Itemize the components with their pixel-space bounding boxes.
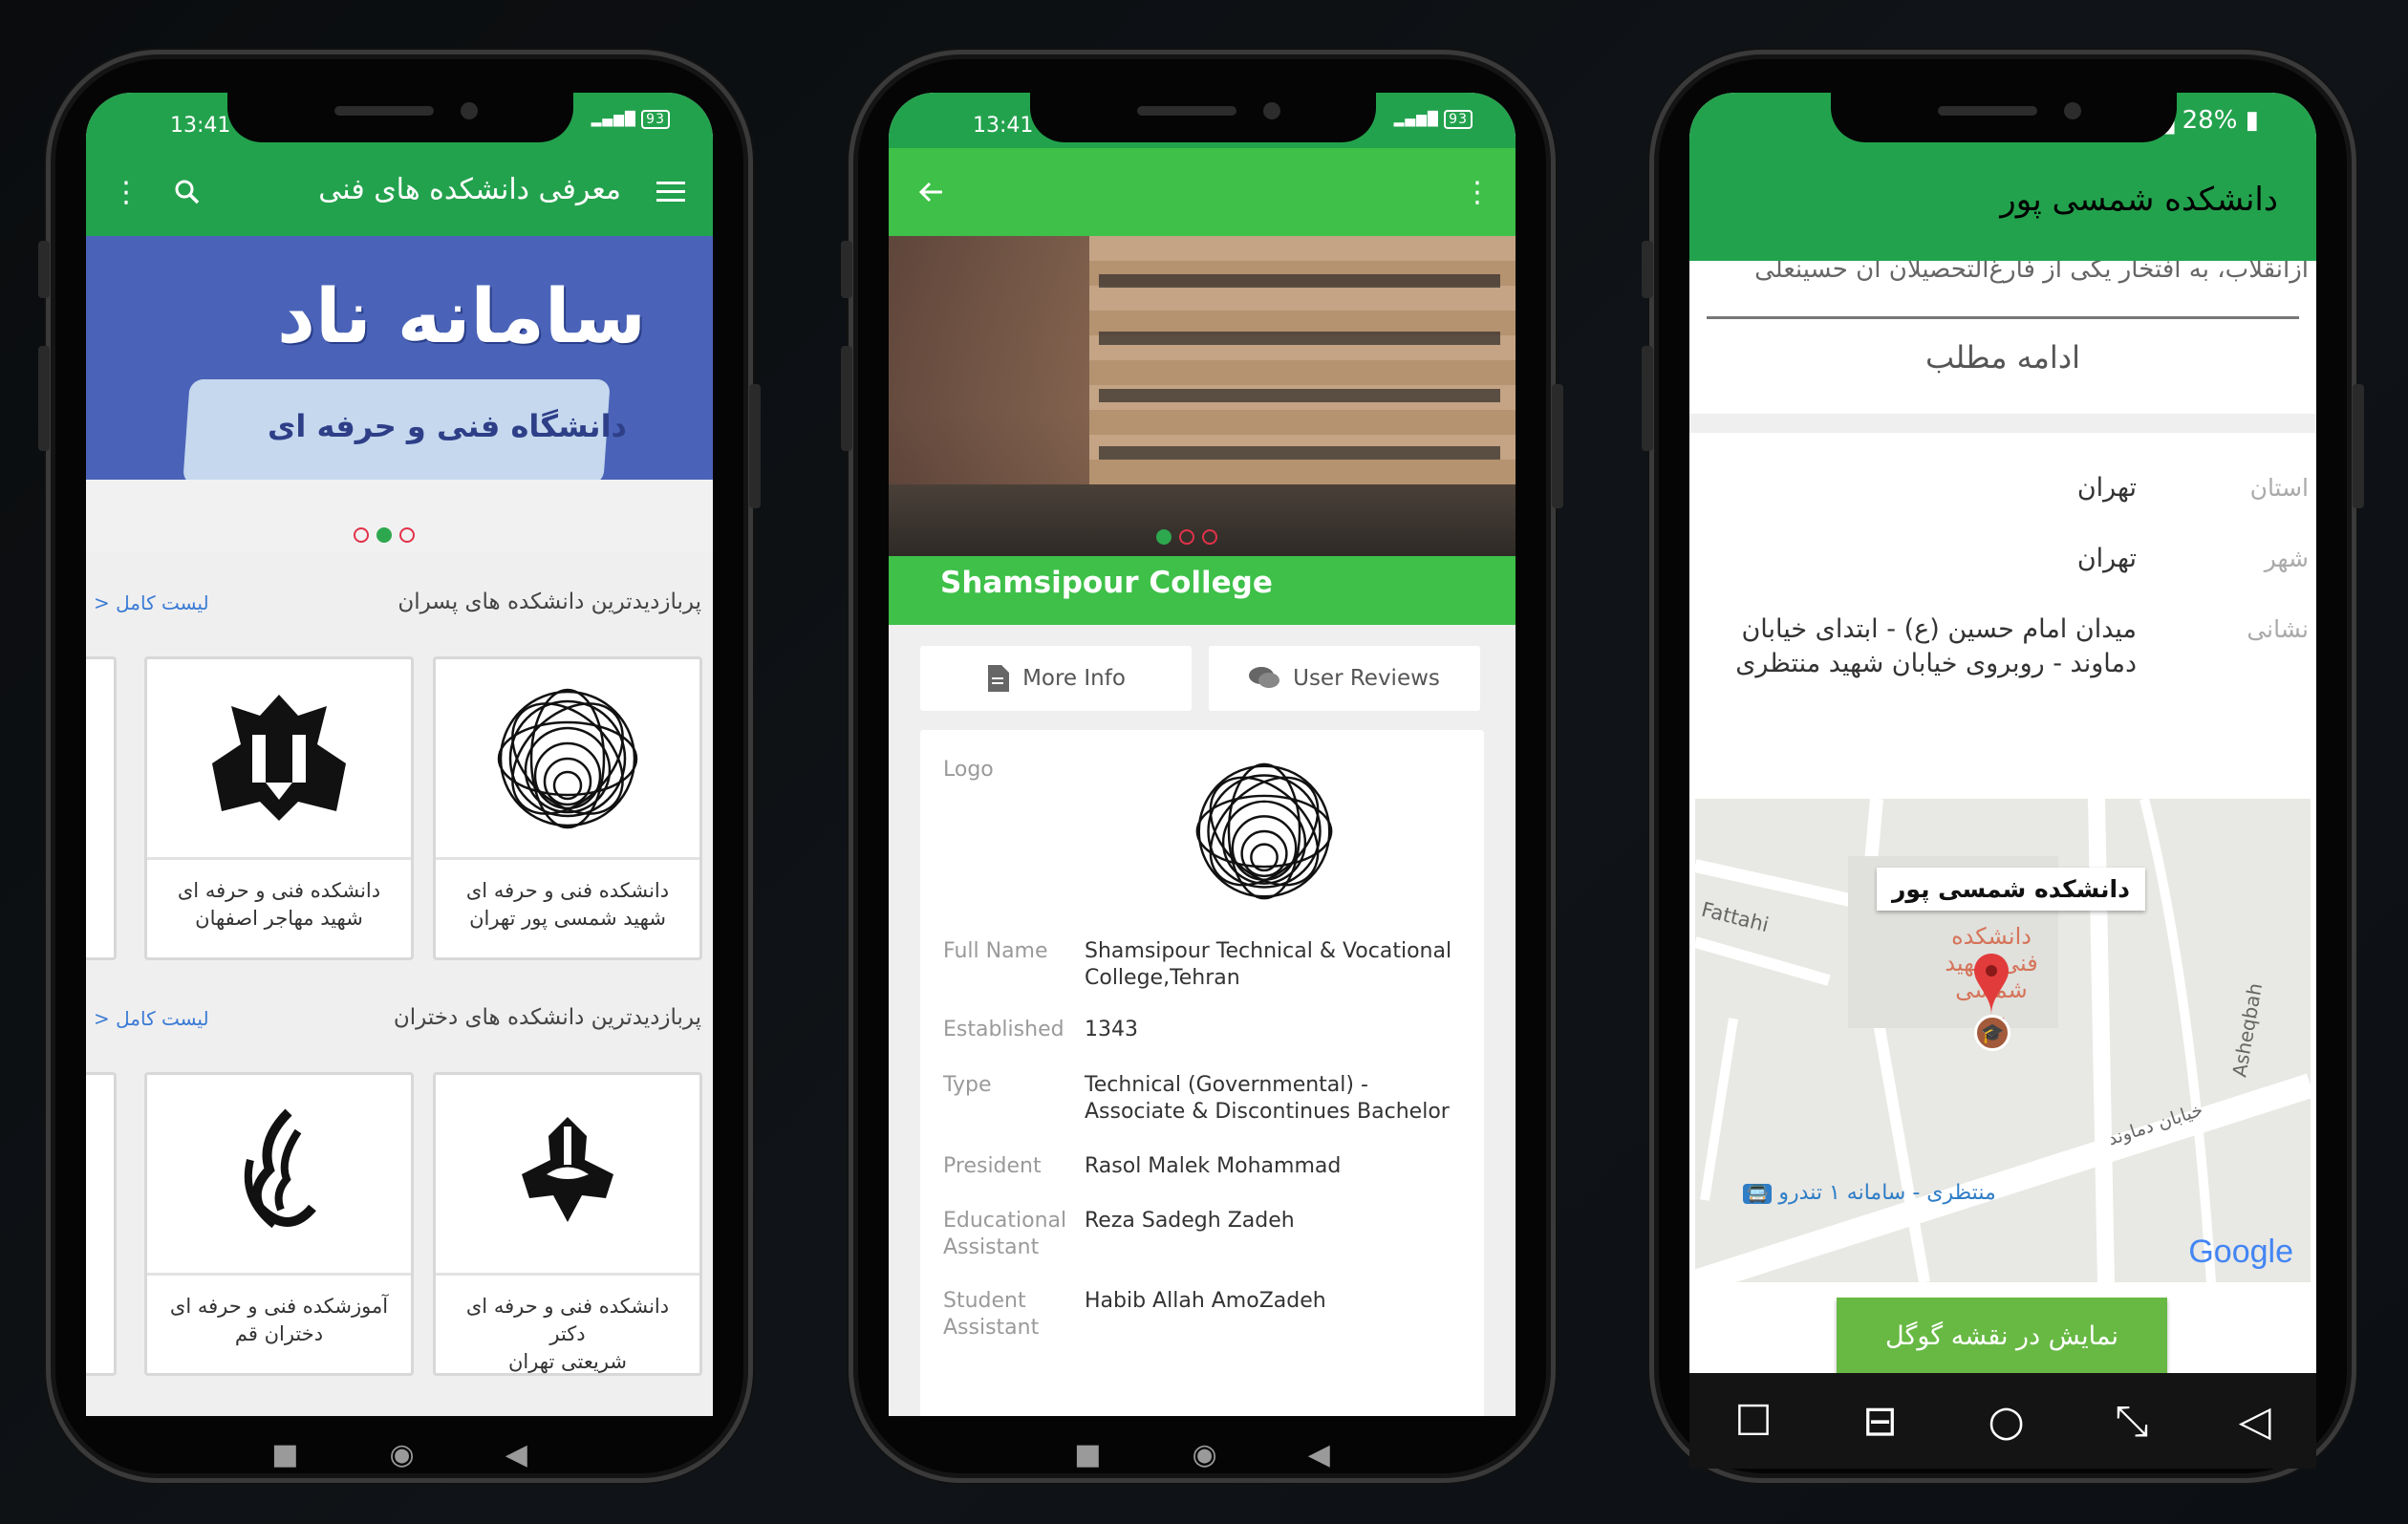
description-block: ازانقلاب، به افتخار یکی از فارغ‌التحصیلا…: [1689, 255, 2316, 414]
section-heading-girls: پربازدیدترین دانشکده های دختران: [393, 1005, 701, 1030]
battery-level: 28%: [2182, 106, 2238, 135]
recent-apps-icon[interactable]: ■: [271, 1438, 298, 1471]
college-logo: [1195, 762, 1333, 900]
college-card[interactable]: دانشکده فنی و حرفه ای شهید شمسی پور تهران: [433, 656, 702, 960]
slider-dot-active[interactable]: [1156, 529, 1172, 545]
details-block: استان تهران شهر تهران نشانی میدان امام حسین…: [1689, 433, 2316, 1388]
slider-dots[interactable]: [354, 527, 415, 543]
home-icon[interactable]: ◉: [390, 1438, 415, 1471]
tab-user-reviews[interactable]: User Reviews: [1209, 646, 1480, 711]
info-card: Logo Full Name Shamsipour Technical & Voc…: [920, 730, 1484, 1416]
banner-title: سامانه ناد: [277, 274, 646, 360]
college-title: Shamsipour College: [940, 566, 1273, 600]
back-icon[interactable]: ◁: [2239, 1397, 2271, 1446]
clock: 13:41: [973, 114, 1034, 138]
college-name: آموزشکده فنی و حرفه ای دختران قم: [169, 1295, 389, 1345]
back-arrow-icon[interactable]: [912, 173, 950, 211]
full-list-link-girls[interactable]: لیست کامل <: [94, 1007, 209, 1030]
app-bar: ⋮: [889, 148, 1516, 236]
college-name: دانشکده فنی و حرفه ای دکتر شریعتی تهران: [465, 1295, 670, 1373]
page-title: دانشکده شمسی پور: [2000, 181, 2278, 219]
phone-frame-3: ▂▄▆ 28% ▮ دانشکده شمسی پور ازانقلاب، به …: [1642, 50, 2364, 1483]
banner-subtitle: دانشگاه فنی و حرفه ای: [268, 408, 627, 444]
college-logo: [147, 1075, 411, 1276]
home-icon[interactable]: ◉: [1193, 1438, 1217, 1471]
clock: 13:41: [170, 114, 231, 138]
map-view[interactable]: Fattahi Asheqbah خیابان دماوند منتظری - …: [1695, 799, 2311, 1282]
school-marker-icon: 🎓: [1974, 1015, 2010, 1051]
college-name: دانشکده فنی و حرفه ای شهید شمسی پور تهران: [465, 879, 670, 930]
screen-3: ▂▄▆ 28% ▮ دانشکده شمسی پور ازانقلاب، به …: [1689, 93, 2316, 1416]
bus-station-label: منتظری - سامانه ۱ تندرو 🚍: [1743, 1181, 1996, 1205]
college-logo: [147, 659, 411, 860]
nav-bar: ■ ◉ ◀: [46, 1416, 753, 1492]
back-icon[interactable]: ◀: [1308, 1438, 1330, 1471]
college-logo: [436, 659, 699, 860]
battery-icon: 93: [1444, 110, 1473, 129]
app-bar: ⋮ معرفی دانشکده های فنی: [86, 148, 713, 236]
slider-dot-active[interactable]: [376, 527, 392, 543]
read-more-button[interactable]: ادامه مطلب: [1689, 339, 2316, 376]
phone-frame-1: 13:41 ▂▄▆█ 93 ⋮ معرفی دانشکده های فنی سا…: [38, 50, 761, 1483]
bus-icon: 🚍: [1743, 1184, 1773, 1204]
overview-icon[interactable]: ☐: [1734, 1397, 1772, 1446]
full-list-link-boys[interactable]: لیست کامل <: [94, 591, 209, 614]
signal-icon: ▂▄▆█ 93: [591, 110, 670, 129]
nav-bar: ☐ ⊟ ○ ⤡ ◁: [1689, 1373, 2316, 1469]
search-icon[interactable]: [168, 173, 206, 211]
screen-1: 13:41 ▂▄▆█ 93 ⋮ معرفی دانشکده های فنی سا…: [86, 93, 713, 1416]
slider-dots[interactable]: [1156, 529, 1217, 545]
college-card[interactable]: آموزشکده فنی و حرفه ای دختران قم: [144, 1072, 414, 1376]
document-icon: [988, 665, 1010, 692]
college-card[interactable]: دانشکده فنی و حرفه ای دکتر شریعتی تهران: [433, 1072, 702, 1376]
banner-slider[interactable]: سامانه ناد دانشگاه فنی و حرفه ای: [86, 236, 713, 480]
phone-frame-2: 13:41 ▂▄▆█ 93 ⋮ Shamsipour College More …: [841, 50, 1563, 1483]
map-tooltip: دانشکده شمسی پور: [1877, 868, 2145, 911]
slider-dot[interactable]: [354, 527, 369, 543]
recent-apps-icon[interactable]: ■: [1074, 1438, 1101, 1471]
overflow-menu-icon[interactable]: ⋮: [1458, 173, 1496, 211]
show-in-google-maps-button[interactable]: نمایش در نقشه گوگل: [1837, 1298, 2167, 1374]
college-name-bar: Shamsipour College: [889, 556, 1516, 625]
split-screen-icon[interactable]: ⊟: [1862, 1397, 1898, 1446]
screen-2: 13:41 ▂▄▆█ 93 ⋮ Shamsipour College More …: [889, 93, 1516, 1416]
college-photo[interactable]: [889, 236, 1516, 556]
back-icon[interactable]: ◀: [505, 1438, 527, 1471]
slider-dot[interactable]: [399, 527, 415, 543]
shrink-icon[interactable]: ⤡: [2115, 1397, 2148, 1446]
tabs-area: More Info User Reviews Logo Full Name Sh…: [889, 625, 1516, 1416]
google-logo: Google: [2188, 1234, 2293, 1270]
nav-bar: ■ ◉ ◀: [849, 1416, 1556, 1492]
battery-icon: 93: [641, 110, 670, 129]
tab-more-info[interactable]: More Info: [920, 646, 1192, 711]
slider-dot[interactable]: [1202, 529, 1217, 545]
college-logo: [436, 1075, 699, 1276]
map-pin-icon: [1974, 954, 2009, 1015]
slider-dot[interactable]: [1179, 529, 1194, 545]
hamburger-menu-icon[interactable]: [652, 173, 690, 211]
college-name: دانشکده فنی و حرفه ای شهید مهاجر اصفهان: [177, 879, 381, 930]
chat-icon: [1249, 667, 1280, 688]
college-card-partial[interactable]: [86, 1072, 117, 1376]
signal-icon: ▂▄▆█ 93: [1394, 110, 1473, 129]
divider: [1707, 316, 2299, 319]
overflow-menu-icon[interactable]: ⋮: [107, 173, 145, 211]
college-card-partial[interactable]: [86, 656, 117, 960]
section-heading-boys: پربازدیدترین دانشکده های پسران: [398, 590, 701, 614]
home-icon[interactable]: ○: [1988, 1397, 2024, 1446]
page-title: معرفی دانشکده های فنی: [318, 173, 621, 206]
college-card[interactable]: دانشکده فنی و حرفه ای شهید مهاجر اصفهان: [144, 656, 414, 960]
